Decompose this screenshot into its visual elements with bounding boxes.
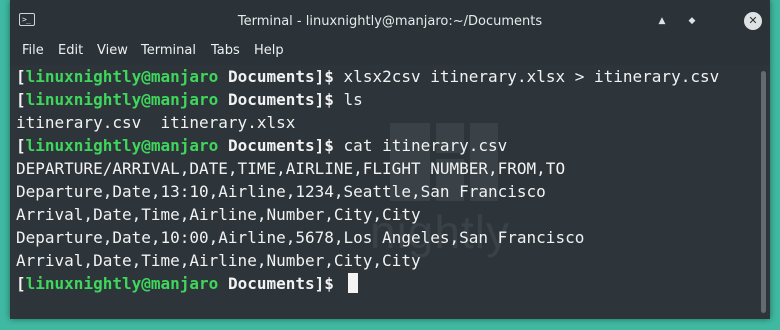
- prompt-user-host: linuxnightly@manjaro: [25, 274, 219, 293]
- output-text: Departure,Date,10:00,Airline,5678,Los An…: [16, 228, 585, 247]
- menu-view[interactable]: View: [97, 43, 128, 58]
- output-line: Arrival,Date,Time,Airline,Number,City,Ci…: [16, 203, 756, 226]
- prompt-open-bracket: [: [16, 67, 26, 86]
- menu-terminal[interactable]: Terminal: [141, 43, 196, 58]
- scrollbar[interactable]: [757, 65, 770, 319]
- prompt-open-bracket: [: [16, 136, 26, 155]
- output-text: Departure,Date,13:10,Airline,1234,Seattl…: [16, 182, 546, 201]
- output-text: DEPARTURE/ARRIVAL,DATE,TIME,AIRLINE,FLIG…: [16, 159, 566, 178]
- title-bar[interactable]: >_ Terminal - linuxnightly@manjaro:~/Doc…: [10, 0, 770, 38]
- output-text: Arrival,Date,Time,Airline,Number,City,Ci…: [16, 205, 421, 224]
- command-text: ls: [343, 90, 363, 109]
- prompt-line: [linuxnightly@manjaro Documents]$: [16, 272, 756, 295]
- output-line: itinerary.csv itinerary.xlsx: [16, 111, 756, 134]
- output-line: DEPARTURE/ARRIVAL,DATE,TIME,AIRLINE,FLIG…: [16, 157, 756, 180]
- prompt-close: ]$: [314, 90, 344, 109]
- prompt-directory: Documents: [227, 136, 315, 155]
- output-text: Arrival,Date,Time,Airline,Number,City,Ci…: [16, 251, 421, 270]
- prompt-user-host: linuxnightly@manjaro: [25, 136, 219, 155]
- prompt-line: [linuxnightly@manjaro Documents]$ ls: [16, 88, 756, 111]
- menu-tabs[interactable]: Tabs: [211, 43, 240, 58]
- scrollbar-thumb[interactable]: [761, 71, 766, 313]
- close-icon[interactable]: ✕: [744, 12, 762, 30]
- prompt-user-host: linuxnightly@manjaro: [25, 90, 219, 109]
- prompt-close: ]$: [314, 136, 344, 155]
- menu-help[interactable]: Help: [254, 43, 284, 58]
- command-text: cat itinerary.csv: [343, 136, 508, 155]
- menu-file[interactable]: File: [22, 43, 44, 58]
- terminal-lines: [linuxnightly@manjaro Documents]$ xlsx2c…: [16, 65, 756, 295]
- prompt-line: [linuxnightly@manjaro Documents]$ cat it…: [16, 134, 756, 157]
- output-line: Departure,Date,13:10,Airline,1234,Seattl…: [16, 180, 756, 203]
- prompt-line: [linuxnightly@manjaro Documents]$ xlsx2c…: [16, 65, 756, 88]
- prompt-open-bracket: [: [16, 274, 26, 293]
- terminal-window: >_ Terminal - linuxnightly@manjaro:~/Doc…: [10, 0, 770, 319]
- menu-bar: File Edit View Terminal Tabs Help: [10, 38, 770, 65]
- prompt-directory: Documents: [227, 274, 315, 293]
- prompt-user-host: linuxnightly@manjaro: [25, 67, 219, 86]
- output-text: itinerary.csv itinerary.xlsx: [16, 113, 296, 132]
- maximize-icon[interactable]: ◆: [684, 13, 700, 29]
- terminal-output-area[interactable]: nightly [linuxnightly@manjaro Documents]…: [10, 65, 770, 319]
- minimize-icon[interactable]: ▲: [654, 13, 670, 29]
- output-line: Arrival,Date,Time,Airline,Number,City,Ci…: [16, 249, 756, 272]
- prompt-directory: Documents: [227, 90, 315, 109]
- menu-edit[interactable]: Edit: [58, 43, 83, 58]
- prompt-close: ]$: [314, 67, 344, 86]
- command-text: xlsx2csv itinerary.xlsx > itinerary.csv: [343, 67, 720, 86]
- prompt-directory: Documents: [227, 67, 315, 86]
- prompt-open-bracket: [: [16, 90, 26, 109]
- output-line: Departure,Date,10:00,Airline,5678,Los An…: [16, 226, 756, 249]
- text-cursor: [347, 273, 358, 293]
- prompt-close: ]$: [314, 274, 344, 293]
